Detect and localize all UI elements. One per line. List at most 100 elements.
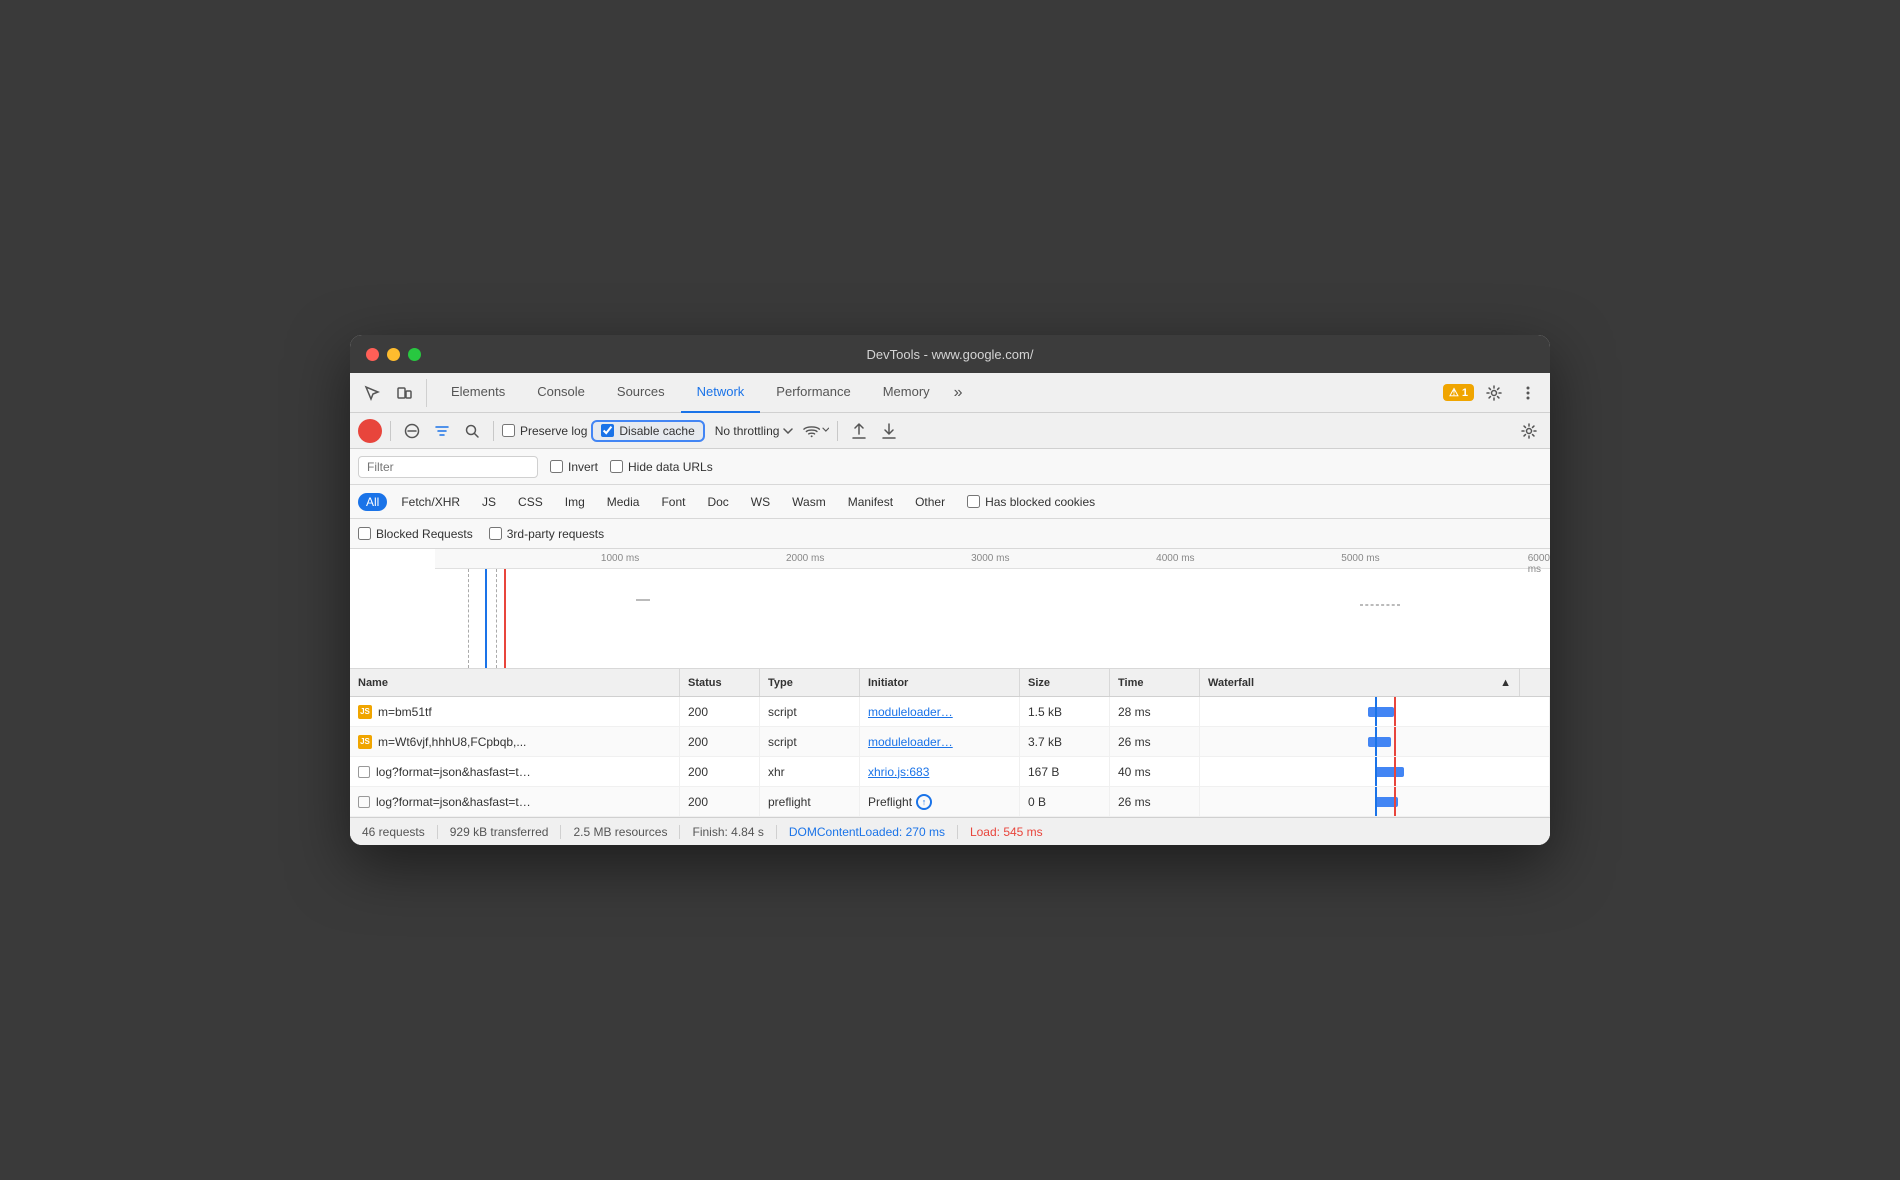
status-requests: 46 requests bbox=[362, 825, 438, 839]
throttling-select[interactable]: No throttling bbox=[709, 422, 800, 440]
td-type-3: xhr bbox=[760, 757, 860, 786]
td-type-4: preflight bbox=[760, 787, 860, 816]
type-filter-media[interactable]: Media bbox=[599, 493, 648, 511]
type-filter-ws[interactable]: WS bbox=[743, 493, 778, 511]
initiator-link-1[interactable]: moduleloader… bbox=[868, 705, 953, 719]
type-filter-manifest[interactable]: Manifest bbox=[840, 493, 901, 511]
has-blocked-cookies-label[interactable]: Has blocked cookies bbox=[967, 495, 1095, 509]
timeline-long-mark bbox=[1360, 604, 1400, 606]
filter-input[interactable] bbox=[358, 456, 538, 478]
type-filter-wasm[interactable]: Wasm bbox=[784, 493, 834, 511]
initiator-link-3[interactable]: xhrio.js:683 bbox=[868, 765, 929, 779]
type-filter-css[interactable]: CSS bbox=[510, 493, 551, 511]
disable-cache-label[interactable]: Disable cache bbox=[601, 424, 694, 438]
table-row[interactable]: log?format=json&hasfast=t… 200 preflight… bbox=[350, 787, 1550, 817]
filter-button[interactable] bbox=[429, 418, 455, 444]
tab-more[interactable]: » bbox=[946, 384, 971, 402]
cursor-icon[interactable] bbox=[358, 379, 386, 407]
timeline-dom-line bbox=[485, 569, 487, 668]
invert-checkbox[interactable] bbox=[550, 460, 563, 473]
has-blocked-cookies-checkbox[interactable] bbox=[967, 495, 980, 508]
timeline-lines bbox=[435, 569, 1550, 668]
script-icon-2: JS bbox=[358, 735, 372, 749]
disable-cache-wrapper: Disable cache bbox=[591, 420, 704, 442]
type-filter-fetch-xhr[interactable]: Fetch/XHR bbox=[393, 493, 468, 511]
td-waterfall-2 bbox=[1200, 727, 1550, 756]
tab-elements[interactable]: Elements bbox=[435, 373, 521, 413]
th-time[interactable]: Time bbox=[1110, 669, 1200, 696]
close-button[interactable] bbox=[366, 348, 379, 361]
filter-row: Invert Hide data URLs bbox=[350, 449, 1550, 485]
checkbox-icon-4 bbox=[358, 796, 370, 808]
network-settings-icon[interactable] bbox=[1516, 418, 1542, 444]
hide-data-urls-checkbox[interactable] bbox=[610, 460, 623, 473]
blocked-requests-checkbox[interactable] bbox=[358, 527, 371, 540]
tab-memory[interactable]: Memory bbox=[867, 373, 946, 413]
ruler-mark-3000: 3000 ms bbox=[971, 553, 1009, 564]
device-icon[interactable] bbox=[390, 379, 418, 407]
upload-arrow-icon bbox=[852, 423, 866, 439]
ruler-mark-5000: 5000 ms bbox=[1341, 553, 1379, 564]
wifi-icon bbox=[803, 424, 820, 438]
minimize-button[interactable] bbox=[387, 348, 400, 361]
preflight-text: Preflight bbox=[868, 795, 912, 809]
record-button[interactable] bbox=[358, 419, 382, 443]
th-waterfall[interactable]: Waterfall ▲ bbox=[1200, 669, 1520, 696]
notification-badge[interactable]: ⚠ 1 bbox=[1443, 384, 1474, 401]
disable-cache-checkbox[interactable] bbox=[601, 424, 614, 437]
type-filter-font[interactable]: Font bbox=[653, 493, 693, 511]
tab-network[interactable]: Network bbox=[681, 373, 761, 413]
table-row[interactable]: JS m=bm51tf 200 script moduleloader… 1.5… bbox=[350, 697, 1550, 727]
table-row[interactable]: log?format=json&hasfast=t… 200 xhr xhrio… bbox=[350, 757, 1550, 787]
type-filter-other[interactable]: Other bbox=[907, 493, 953, 511]
td-size-4: 0 B bbox=[1020, 787, 1110, 816]
invert-text: Invert bbox=[568, 460, 598, 474]
tab-sources[interactable]: Sources bbox=[601, 373, 681, 413]
third-party-checkbox[interactable] bbox=[489, 527, 502, 540]
tab-bar: Elements Console Sources Network Perform… bbox=[350, 373, 1550, 413]
th-extra bbox=[1520, 669, 1550, 696]
ruler-mark-4000: 4000 ms bbox=[1156, 553, 1194, 564]
maximize-button[interactable] bbox=[408, 348, 421, 361]
blocked-requests-label[interactable]: Blocked Requests bbox=[358, 527, 473, 541]
third-party-label[interactable]: 3rd-party requests bbox=[489, 527, 604, 541]
type-filter-img[interactable]: Img bbox=[557, 493, 593, 511]
waterfall-vline-red-3 bbox=[1394, 757, 1396, 786]
invert-label[interactable]: Invert bbox=[550, 460, 598, 474]
search-button[interactable] bbox=[459, 418, 485, 444]
waterfall-vline-blue-1 bbox=[1375, 697, 1377, 726]
th-size[interactable]: Size bbox=[1020, 669, 1110, 696]
th-name[interactable]: Name bbox=[350, 669, 680, 696]
preserve-log-checkbox[interactable] bbox=[502, 424, 515, 437]
waterfall-vline-red-1 bbox=[1394, 697, 1396, 726]
th-type[interactable]: Type bbox=[760, 669, 860, 696]
type-filter-js[interactable]: JS bbox=[474, 493, 504, 511]
td-size-3: 167 B bbox=[1020, 757, 1110, 786]
th-status[interactable]: Status bbox=[680, 669, 760, 696]
has-blocked-cookies-text: Has blocked cookies bbox=[985, 495, 1095, 509]
more-options-button[interactable] bbox=[1514, 379, 1542, 407]
td-initiator-4: Preflight ↑ bbox=[860, 787, 1020, 816]
td-initiator-3: xhrio.js:683 bbox=[860, 757, 1020, 786]
upload-icon[interactable] bbox=[846, 418, 872, 444]
network-toolbar: Preserve log Disable cache No throttling bbox=[350, 413, 1550, 449]
clear-button[interactable] bbox=[399, 418, 425, 444]
download-icon[interactable] bbox=[876, 418, 902, 444]
tab-performance[interactable]: Performance bbox=[760, 373, 866, 413]
preserve-log-label[interactable]: Preserve log bbox=[502, 424, 587, 438]
th-initiator[interactable]: Initiator bbox=[860, 669, 1020, 696]
disable-cache-text: Disable cache bbox=[619, 424, 694, 438]
td-time-4: 26 ms bbox=[1110, 787, 1200, 816]
settings-button[interactable] bbox=[1480, 379, 1508, 407]
type-filter-all[interactable]: All bbox=[358, 493, 387, 511]
throttling-value: No throttling bbox=[715, 424, 780, 438]
hide-data-urls-label[interactable]: Hide data URLs bbox=[610, 460, 713, 474]
initiator-link-2[interactable]: moduleloader… bbox=[868, 735, 953, 749]
tab-console[interactable]: Console bbox=[521, 373, 601, 413]
type-filter-doc[interactable]: Doc bbox=[699, 493, 736, 511]
wifi-settings-icon[interactable] bbox=[803, 418, 829, 444]
devtools-window: DevTools - www.google.com/ Elements C bbox=[350, 335, 1550, 845]
td-type-2: script bbox=[760, 727, 860, 756]
td-initiator-1: moduleloader… bbox=[860, 697, 1020, 726]
table-row[interactable]: JS m=Wt6vjf,hhhU8,FCpbqb,... 200 script … bbox=[350, 727, 1550, 757]
